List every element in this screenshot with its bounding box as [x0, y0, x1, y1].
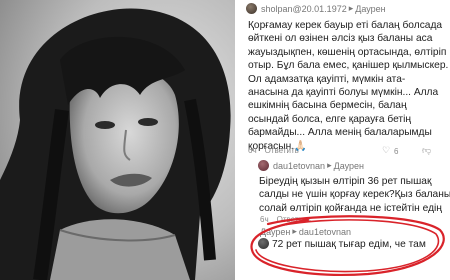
portrait-image [0, 0, 235, 280]
reply-arrow-icon: ▸ [327, 160, 332, 170]
reply-to-user[interactable]: Даурен [355, 4, 385, 14]
comment-username[interactable]: dau1etovnan [273, 161, 325, 171]
comment-username[interactable]: sholpan@20.01.1972 [261, 4, 347, 14]
comment-line: Біреудің қызын өлтіріп 36 рет пышақ [259, 176, 432, 187]
comment-line: отыр. Бұл бала емес, қанішер қылмыскер. [248, 60, 449, 72]
comment-line: анасына да қауіпті болуы мүмкін... Алла [248, 87, 439, 99]
reply-button[interactable]: Ответить [265, 146, 299, 155]
comment-line: Қорғамау керек бауыр еті балаң болсада [248, 20, 443, 31]
annotation-circle [250, 215, 445, 276]
avatar[interactable] [246, 3, 257, 14]
comment-2-header: dau1etovnan ▸ Даурен [258, 160, 364, 171]
avatar[interactable] [258, 160, 269, 171]
comment-1-header: sholpan@20.01.1972 ▸ Даурен [246, 3, 386, 14]
comment-line: Ол адамзатқа қауіпті, мүмкін ата- [248, 73, 406, 85]
comment-line: ешкімнің басына бермесін, балаң [248, 100, 407, 112]
comment-2-text: Біреудің қызын өлтіріп 36 рет пышақ салд… [259, 175, 450, 215]
comment-line: жауыздықпен, көшенің ортасында, өлтіріп [248, 46, 447, 58]
like-count: 6 [394, 147, 399, 156]
comment-line: осындай болса, елге қарауға бетің [248, 113, 411, 125]
reply-arrow-icon: ▸ [348, 3, 354, 13]
comment-line: бармайды... Алла менің балаларымды [248, 127, 432, 139]
reply-to-user[interactable]: Даурен [334, 161, 364, 171]
comment-line: салды не үшін қорғау керек?Қыз баланы [259, 189, 450, 201]
heart-outline-icon[interactable]: ♡ [382, 145, 390, 156]
comment-line: өйткені ол өзінен әлсіз қыз баланы аса [248, 33, 433, 45]
thumb-down-icon[interactable]: 👎︎ [422, 145, 431, 156]
comment-1-text: Қорғамау керек бауыр еті балаң болсада ө… [248, 19, 448, 153]
profile-photo [0, 0, 235, 280]
comment-1-actions: 6ч Ответить [248, 146, 299, 155]
comment-age: 6ч [248, 146, 257, 155]
